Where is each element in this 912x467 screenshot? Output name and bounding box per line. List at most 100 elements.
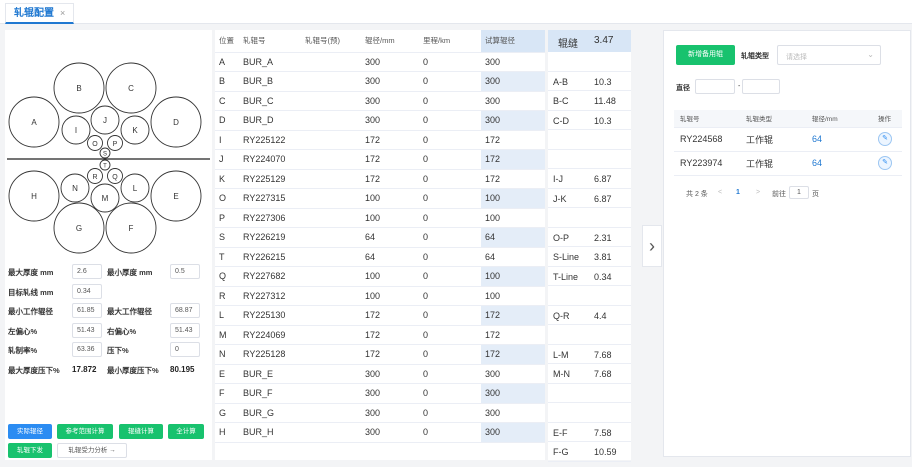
chevron-right-icon[interactable]: › (642, 225, 662, 267)
cell-trial-diameter[interactable]: 64 (481, 247, 545, 267)
reduction-input[interactable]: 0 (170, 342, 200, 357)
min-thickness-label: 最小厚度 mm (107, 268, 153, 277)
cell-position: O (215, 188, 239, 209)
cell-trial-diameter[interactable]: 300 (481, 364, 545, 384)
gap-calc-button[interactable]: 辊缝计算 (119, 424, 163, 439)
gap-row: C-D 10.3 (548, 111, 631, 130)
edit-icon[interactable]: ✎ (878, 132, 892, 146)
table-row[interactable]: N RY225128 172 0 172 (215, 344, 545, 365)
gap-row: J-K 6.87 (548, 189, 631, 208)
table-row[interactable]: H BUR_H 300 0 300 (215, 422, 545, 443)
table-row[interactable]: P RY227306 100 0 100 (215, 208, 545, 228)
table-row[interactable]: RY223974 工作辊 64 ✎ (674, 151, 902, 176)
cell-trial-diameter[interactable]: 300 (481, 91, 545, 111)
cell-trial-diameter[interactable]: 172 (481, 325, 545, 345)
gap-value: 11.48 (594, 96, 616, 106)
diameter-max-input[interactable] (742, 79, 780, 94)
col-roll-id: 轧辊号 (674, 110, 740, 128)
table-row[interactable]: I RY225122 172 0 172 (215, 130, 545, 150)
cell-diameter: 300 (361, 110, 419, 131)
table-row[interactable]: C BUR_C 300 0 300 (215, 91, 545, 111)
cell-trial-diameter[interactable]: 100 (481, 286, 545, 306)
cell-trial-diameter[interactable]: 300 (481, 422, 545, 443)
page-unit: 页 (812, 191, 819, 198)
roll-table-body: A BUR_A 300 0 300 B BUR_B 300 0 300 C BUR_C 300 0 300 D… (215, 52, 545, 443)
cell-trial-diameter[interactable]: 300 (481, 383, 545, 404)
dispatch-rolls-button[interactable]: 轧辊下发 (8, 443, 52, 458)
actual-diameter-button[interactable]: 实际辊径 (8, 424, 52, 439)
cell-trial-diameter[interactable]: 300 (481, 71, 545, 92)
cell-trial-diameter[interactable]: 300 (481, 110, 545, 131)
table-row[interactable]: B BUR_B 300 0 300 (215, 71, 545, 92)
next-page-icon[interactable]: > (756, 189, 760, 196)
prev-page-icon[interactable]: < (718, 189, 722, 196)
roll-type-select[interactable]: 请选择 ⌄ (777, 45, 881, 65)
current-page[interactable]: 1 (736, 189, 740, 196)
min-work-diameter-input[interactable]: 61.85 (72, 303, 102, 318)
force-analysis-button[interactable]: 轧辊受力分析 → (57, 443, 127, 458)
max-work-diameter-input[interactable]: 68.87 (170, 303, 200, 318)
cell-diameter: 172 (361, 305, 419, 326)
action-cell: ✎ (872, 127, 902, 152)
cell-trial-diameter[interactable]: 100 (481, 266, 545, 287)
table-row[interactable]: E BUR_E 300 0 300 (215, 364, 545, 384)
full-calc-button[interactable]: 全计算 (168, 424, 204, 439)
target-line-input[interactable]: 0.34 (72, 283, 102, 299)
target-line-label: 目标轧线 mm (8, 287, 54, 297)
table-row[interactable]: L RY225130 172 0 172 (215, 305, 545, 326)
table-row[interactable]: R RY227312 100 0 100 (215, 286, 545, 306)
total-count: 共 2 条 (686, 191, 708, 198)
col-roll-id-pre: 轧辊号(预) (301, 30, 361, 53)
cell-roll-id-pre (301, 130, 361, 150)
table-row[interactable]: M RY224069 172 0 172 (215, 325, 545, 345)
cell-trial-diameter[interactable]: 300 (481, 403, 545, 423)
cell-mileage: 0 (419, 325, 481, 345)
cell-roll-id: BUR_E (239, 364, 301, 384)
cell-trial-diameter[interactable]: 64 (481, 227, 545, 248)
max-thickness-input[interactable]: 2.6 (72, 264, 102, 279)
col-action: 操作 (872, 110, 902, 128)
cell-roll-id-pre (301, 71, 361, 92)
roll-label: R (92, 174, 97, 181)
table-row[interactable]: J RY224070 172 0 172 (215, 149, 545, 170)
table-row[interactable]: A BUR_A 300 0 300 (215, 52, 545, 72)
close-icon[interactable]: × (60, 8, 65, 18)
table-row[interactable]: T RY226215 64 0 64 (215, 247, 545, 267)
min-thickness-input[interactable]: 0.5 (170, 264, 200, 279)
cell-diameter: 300 (361, 383, 419, 404)
cell-trial-diameter[interactable]: 100 (481, 188, 545, 209)
table-row[interactable]: F BUR_F 300 0 300 (215, 383, 545, 404)
table-row[interactable]: K RY225129 172 0 172 (215, 169, 545, 189)
table-row[interactable]: Q RY227682 100 0 100 (215, 266, 545, 287)
left-eccentric-input[interactable]: 51.43 (72, 322, 102, 338)
add-spare-roll-button[interactable]: 新增备用辊 (676, 45, 735, 65)
cell-diameter: 300 (361, 71, 419, 92)
cell-trial-diameter[interactable]: 100 (481, 208, 545, 228)
roll-label: C (128, 84, 134, 93)
roll-label: G (76, 224, 82, 233)
diameter-min-input[interactable] (695, 79, 735, 94)
cell-trial-diameter[interactable]: 172 (481, 169, 545, 189)
table-row[interactable]: O RY227315 100 0 100 (215, 188, 545, 209)
reference-range-button[interactable]: 参考范围计算 (57, 424, 113, 439)
table-row[interactable]: G BUR_G 300 0 300 (215, 403, 545, 423)
table-row[interactable]: D BUR_D 300 0 300 (215, 110, 545, 131)
cell-trial-diameter[interactable]: 172 (481, 305, 545, 326)
cell-trial-diameter[interactable]: 300 (481, 52, 545, 72)
cell-diameter: 172 (361, 149, 419, 170)
cell-diameter: 300 (361, 91, 419, 111)
table-row[interactable]: RY224568 工作辊 64 ✎ (674, 127, 902, 152)
cell-trial-diameter[interactable]: 172 (481, 149, 545, 170)
tab-roll-config[interactable]: 轧辊配置 × (5, 3, 75, 24)
edit-icon[interactable]: ✎ (878, 156, 892, 170)
cell-mileage: 0 (419, 91, 481, 111)
roll-label: J (103, 116, 107, 125)
table-row[interactable]: S RY226219 64 0 64 (215, 227, 545, 248)
roll-label: H (31, 192, 37, 201)
right-eccentric-input[interactable]: 51.43 (170, 322, 200, 338)
rolling-rate-input[interactable]: 63.36 (72, 342, 102, 357)
cell-trial-diameter[interactable]: 172 (481, 130, 545, 150)
cell-trial-diameter[interactable]: 172 (481, 344, 545, 365)
roll-label: T (103, 164, 107, 170)
goto-page-input[interactable]: 1 (789, 186, 809, 199)
